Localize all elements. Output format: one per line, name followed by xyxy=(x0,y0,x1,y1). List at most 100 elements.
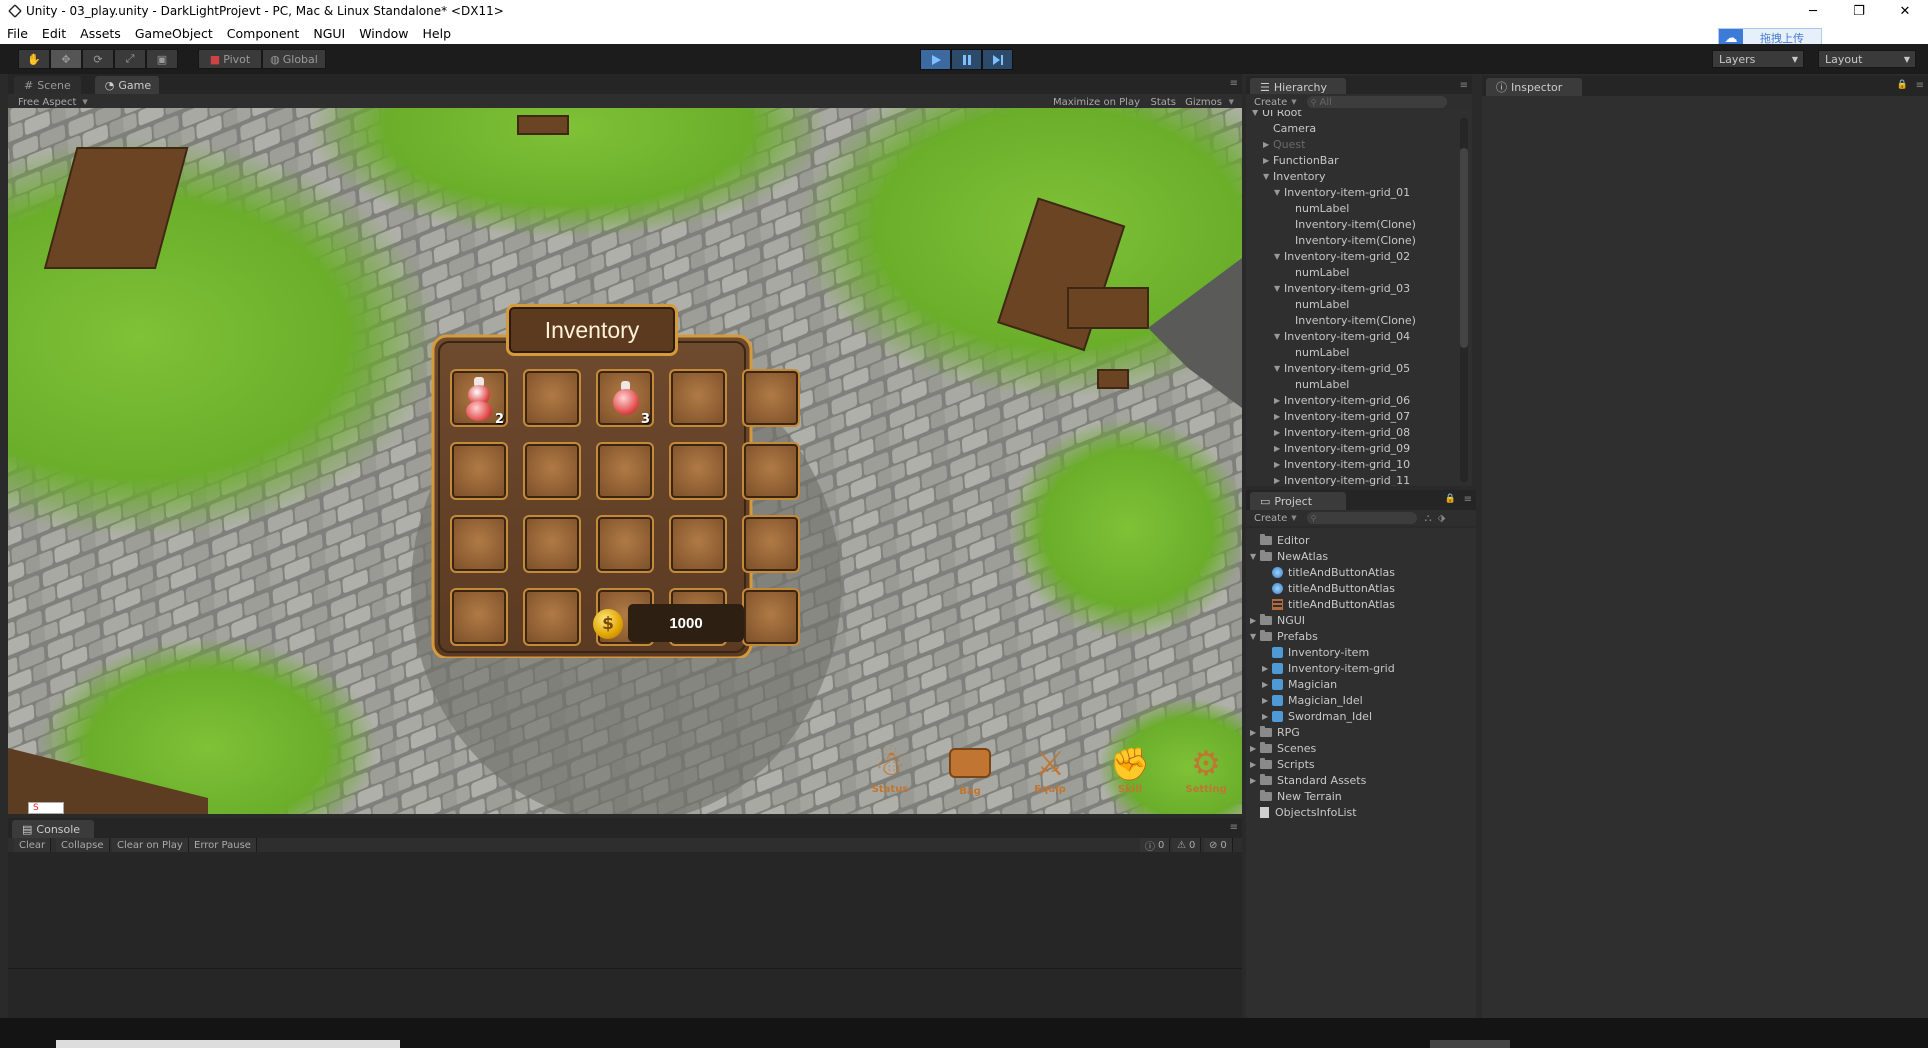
collapse-arrow-icon[interactable]: ▶ xyxy=(1262,664,1272,673)
hierarchy-item[interactable]: ▶ Inventory-item-grid_11 xyxy=(1274,472,1410,487)
menu-ngui[interactable]: NGUI xyxy=(306,26,352,41)
project-item[interactable]: ▼ Prefabs xyxy=(1250,628,1318,644)
project-item[interactable]: ▶ Scripts xyxy=(1250,756,1315,772)
rect-tool-button[interactable]: ▣ xyxy=(146,49,178,69)
project-item[interactable]: ▶ Swordman_Idel xyxy=(1262,708,1372,724)
hierarchy-item[interactable]: ▶ Quest xyxy=(1263,136,1305,152)
expand-arrow-icon[interactable]: ▼ xyxy=(1274,332,1284,341)
collapse-arrow-icon[interactable]: ▶ xyxy=(1262,712,1272,721)
project-item[interactable]: ▶ Scenes xyxy=(1250,740,1316,756)
collapse-arrow-icon[interactable]: ▶ xyxy=(1250,776,1260,785)
hierarchy-item[interactable]: ▶ Inventory-item-grid_06 xyxy=(1274,392,1410,408)
hierarchy-item[interactable]: ▼ UI Root xyxy=(1252,110,1302,120)
hierarchy-item[interactable]: ▶ FunctionBar xyxy=(1263,152,1339,168)
inventory-slot[interactable] xyxy=(450,442,508,500)
panel-menu-icon[interactable]: ≡ xyxy=(1460,80,1468,91)
hierarchy-item[interactable]: numLabel xyxy=(1285,376,1349,392)
inventory-slot[interactable] xyxy=(596,442,654,500)
step-button[interactable] xyxy=(982,49,1013,70)
project-item[interactable]: ▶ Standard Assets xyxy=(1250,772,1366,788)
scale-tool-button[interactable]: ⤢ xyxy=(114,49,146,69)
scrollbar-thumb[interactable] xyxy=(1460,148,1468,348)
collapse-arrow-icon[interactable]: ▶ xyxy=(1262,680,1272,689)
hierarchy-item[interactable]: Inventory-item(Clone) xyxy=(1285,216,1416,232)
console-log-area[interactable] xyxy=(8,852,1242,1018)
menu-help[interactable]: Help xyxy=(416,26,459,41)
console-clear-button[interactable]: Clear xyxy=(14,838,52,852)
collapse-arrow-icon[interactable]: ▶ xyxy=(1274,444,1284,453)
hierarchy-item[interactable]: numLabel xyxy=(1285,200,1349,216)
hierarchy-item[interactable]: ▼ Inventory-item-grid_01 xyxy=(1274,184,1410,200)
menu-gameobject[interactable]: GameObject xyxy=(128,26,220,41)
inventory-slot[interactable] xyxy=(742,442,800,500)
inventory-slot[interactable]: 2 xyxy=(450,369,508,427)
bag-button[interactable]: Bag xyxy=(940,744,1000,810)
expand-arrow-icon[interactable]: ▼ xyxy=(1274,188,1284,197)
tab-console[interactable]: ▤ Console xyxy=(12,820,94,838)
status-button[interactable]: ☃ Status xyxy=(860,744,920,810)
project-item[interactable]: titleAndButtonAtlas xyxy=(1262,564,1395,580)
expand-arrow-icon[interactable]: ▼ xyxy=(1263,172,1273,181)
collapse-arrow-icon[interactable]: ▶ xyxy=(1274,428,1284,437)
filter-type-icon[interactable]: ⛬ xyxy=(1425,513,1432,524)
collapse-arrow-icon[interactable]: ▶ xyxy=(1274,396,1284,405)
project-search-input[interactable]: ⚲ xyxy=(1306,512,1417,524)
tab-project[interactable]: ▭ Project xyxy=(1250,492,1346,510)
move-tool-button[interactable]: ✥ xyxy=(50,49,82,69)
expand-arrow-icon[interactable]: ▼ xyxy=(1252,110,1262,117)
rotate-tool-button[interactable]: ⟳ xyxy=(82,49,114,69)
console-info-toggle[interactable]: ⓘ 0 xyxy=(1140,838,1171,853)
project-item[interactable]: titleAndButtonAtlas xyxy=(1262,580,1395,596)
menu-assets[interactable]: Assets xyxy=(73,26,128,41)
hierarchy-item[interactable]: numLabel xyxy=(1285,264,1349,280)
layers-dropdown[interactable]: Layers ▼ xyxy=(1712,50,1804,68)
collapse-arrow-icon[interactable]: ▶ xyxy=(1274,412,1284,421)
pivot-toggle[interactable]: ■ Pivot xyxy=(198,49,262,69)
maximize-on-play-toggle[interactable]: Maximize on Play xyxy=(1053,97,1140,108)
hierarchy-item[interactable]: ▶ Inventory-item-grid_10 xyxy=(1274,456,1410,472)
inventory-slot[interactable] xyxy=(742,369,800,427)
inventory-slot[interactable] xyxy=(523,369,581,427)
collapse-arrow-icon[interactable]: ▶ xyxy=(1250,728,1260,737)
menu-component[interactable]: Component xyxy=(220,26,307,41)
console-error-toggle[interactable]: ⊘ 0 xyxy=(1204,838,1233,852)
inventory-slot[interactable] xyxy=(596,515,654,573)
panel-menu-icon[interactable]: ≡ xyxy=(1464,494,1472,505)
inventory-slot[interactable] xyxy=(450,515,508,573)
panel-menu-icon[interactable]: ≡ xyxy=(1230,78,1238,89)
project-item[interactable]: Editor xyxy=(1250,532,1310,548)
inventory-window[interactable]: Inventory 2 3 $ 1000 xyxy=(430,286,830,658)
global-toggle[interactable]: ◍ Global xyxy=(262,49,326,69)
hierarchy-create-button[interactable]: Create xyxy=(1254,97,1287,108)
inventory-slot[interactable] xyxy=(523,515,581,573)
project-item[interactable]: New Terrain xyxy=(1250,788,1342,804)
equip-button[interactable]: ⚔ Equip xyxy=(1020,744,1080,810)
inventory-slot[interactable] xyxy=(450,588,508,646)
collapse-arrow-icon[interactable]: ▶ xyxy=(1263,140,1273,149)
restore-button[interactable]: ❐ xyxy=(1836,0,1882,22)
project-item[interactable]: ▶ RPG xyxy=(1250,724,1300,740)
inventory-slot[interactable] xyxy=(523,588,581,646)
menu-window[interactable]: Window xyxy=(352,26,415,41)
project-item[interactable]: ▼ NewAtlas xyxy=(1250,548,1328,564)
skill-button[interactable]: ✊ Skill xyxy=(1100,744,1160,810)
panel-menu-icon[interactable]: ≡ xyxy=(1916,80,1924,91)
hierarchy-item[interactable]: ▶ Inventory-item-grid_07 xyxy=(1274,408,1410,424)
aspect-dropdown[interactable]: Free Aspect xyxy=(18,97,76,108)
lock-icon[interactable]: 🔒 xyxy=(1897,80,1908,90)
inventory-slot[interactable] xyxy=(742,515,800,573)
console-error-pause-button[interactable]: Error Pause xyxy=(189,838,257,852)
collapse-arrow-icon[interactable]: ▶ xyxy=(1274,460,1284,469)
menu-file[interactable]: File xyxy=(0,26,35,41)
close-button[interactable]: ✕ xyxy=(1882,0,1928,22)
collapse-arrow-icon[interactable]: ▶ xyxy=(1250,616,1260,625)
inventory-slot[interactable] xyxy=(669,369,727,427)
console-clear-on-play-button[interactable]: Clear on Play xyxy=(112,838,189,852)
lock-icon[interactable]: 🔒 xyxy=(1445,494,1456,504)
panel-menu-icon[interactable]: ≡ xyxy=(1230,822,1238,833)
hierarchy-item[interactable]: Camera xyxy=(1263,120,1316,136)
game-view[interactable]: Inventory 2 3 $ 1000 ☃ Status Bag ⚔ Equip… xyxy=(8,108,1242,814)
minimize-button[interactable]: ─ xyxy=(1790,0,1836,22)
menu-edit[interactable]: Edit xyxy=(35,26,73,41)
expand-arrow-icon[interactable]: ▼ xyxy=(1274,364,1284,373)
